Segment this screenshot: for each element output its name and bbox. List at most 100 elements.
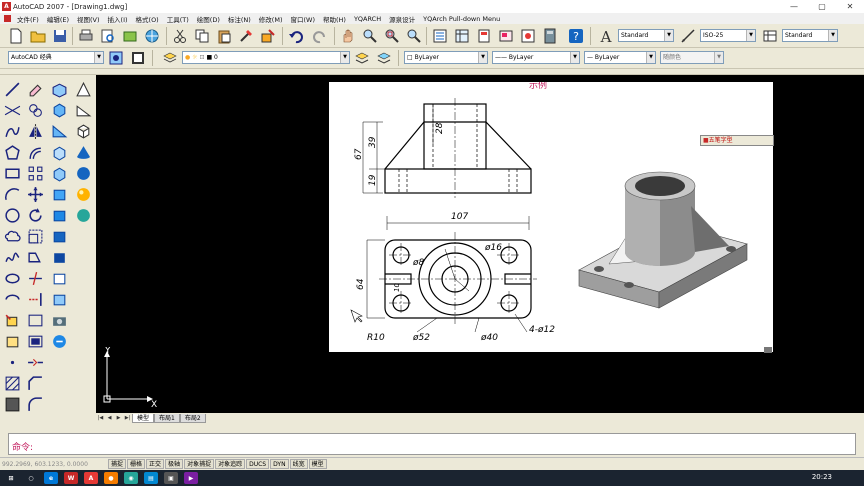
next-tab-icon[interactable]: ▶ <box>114 414 123 422</box>
tab-layout-1[interactable]: 布局1 <box>154 413 180 423</box>
document-icon[interactable] <box>4 15 11 22</box>
polygon-icon[interactable] <box>1 142 23 163</box>
sweep-icon[interactable] <box>48 184 70 205</box>
color-select[interactable]: □ ByLayer ▼ <box>404 51 488 64</box>
array-icon[interactable] <box>24 163 46 184</box>
sheet-set-icon[interactable] <box>496 26 516 46</box>
wedge-icon[interactable] <box>48 121 70 142</box>
menu-item[interactable]: YQARCH <box>350 15 385 23</box>
status-toggle-button[interactable]: DUCS <box>246 459 270 469</box>
command-line[interactable]: 命令: <box>8 433 856 455</box>
make-layer-current-icon[interactable] <box>352 48 372 68</box>
ime-toolbar[interactable]: ■五笔字型 <box>700 135 774 146</box>
table-style-select[interactable]: Standard ▼ <box>782 29 838 42</box>
copy-object-icon[interactable] <box>24 100 46 121</box>
subtract-icon[interactable] <box>48 268 70 289</box>
folder-icon[interactable]: ▤ <box>144 472 158 484</box>
intersect-icon[interactable] <box>48 289 70 310</box>
publish-icon[interactable] <box>120 26 140 46</box>
walk-icon[interactable] <box>48 331 70 352</box>
help-icon[interactable]: ? <box>566 26 586 46</box>
menu-item[interactable]: 标注(N) <box>224 14 255 24</box>
open-file-icon[interactable] <box>28 26 48 46</box>
mirror-icon[interactable] <box>24 121 46 142</box>
menu-item[interactable]: 工具(T) <box>163 14 193 24</box>
gradient-icon[interactable] <box>1 394 23 415</box>
chamfer-icon[interactable] <box>24 373 46 394</box>
zoom-previous-icon[interactable] <box>404 26 424 46</box>
prev-tab-icon[interactable]: ◀ <box>105 414 114 422</box>
resize-grip[interactable] <box>764 347 772 353</box>
polyline-icon[interactable] <box>1 121 23 142</box>
point-icon[interactable] <box>1 352 23 373</box>
menu-item[interactable]: 修改(M) <box>255 14 287 24</box>
sphere-icon[interactable] <box>72 163 94 184</box>
publish-web-icon[interactable] <box>142 26 162 46</box>
save-icon[interactable] <box>50 26 70 46</box>
revolve-icon[interactable] <box>48 205 70 226</box>
match-properties-icon[interactable] <box>236 26 256 46</box>
media-icon[interactable]: ▶ <box>184 472 198 484</box>
wedge-solid-icon[interactable] <box>72 100 94 121</box>
menu-item[interactable]: 窗口(W) <box>286 14 319 24</box>
extend-icon[interactable] <box>24 289 46 310</box>
status-toggle-button[interactable]: 对象追踪 <box>215 459 246 469</box>
hatch-icon[interactable] <box>1 373 23 394</box>
polysolid-icon[interactable] <box>48 79 70 100</box>
revision-cloud-icon[interactable] <box>1 226 23 247</box>
print-icon[interactable] <box>76 26 96 46</box>
dim-style-select[interactable]: ISO-25 ▼ <box>700 29 756 42</box>
edge-icon[interactable]: e <box>44 472 58 484</box>
menu-item[interactable]: 文件(F) <box>13 14 43 24</box>
paste-icon[interactable] <box>214 26 234 46</box>
presspull-icon[interactable] <box>48 163 70 184</box>
zoom-realtime-icon[interactable] <box>360 26 380 46</box>
app-icon[interactable]: ● <box>104 472 118 484</box>
move-icon[interactable] <box>24 184 46 205</box>
status-toggle-button[interactable]: 线宽 <box>289 459 308 469</box>
layer-manager-icon[interactable] <box>160 48 180 68</box>
menu-item[interactable]: 源泉设计 <box>385 14 419 24</box>
pyramid-icon[interactable] <box>72 79 94 100</box>
box-icon[interactable] <box>48 100 70 121</box>
browser-icon[interactable]: ◉ <box>124 472 138 484</box>
lineweight-select[interactable]: — ByLayer ▼ <box>584 51 656 64</box>
maximize-icon[interactable]: ▢ <box>808 0 836 13</box>
close-icon[interactable]: ✕ <box>836 0 864 13</box>
menu-item[interactable]: 绘图(D) <box>193 14 224 24</box>
offset-icon[interactable] <box>24 142 46 163</box>
last-tab-icon[interactable]: ▶| <box>123 414 132 422</box>
loft-icon[interactable] <box>48 226 70 247</box>
ellipse-icon[interactable] <box>1 268 23 289</box>
camera-icon[interactable] <box>48 310 70 331</box>
print-preview-icon[interactable] <box>98 26 118 46</box>
status-toggle-button[interactable]: 捕捉 <box>108 459 127 469</box>
design-center-icon[interactable] <box>452 26 472 46</box>
redo-icon[interactable] <box>310 26 330 46</box>
status-toggle-button[interactable]: 极轴 <box>165 459 184 469</box>
menu-item[interactable]: 帮助(H) <box>319 14 350 24</box>
ellipse-arc-icon[interactable] <box>1 289 23 310</box>
drawing-sheet[interactable]: 示例 28 39 67 19 107 64 ø16 ø8 10 R10 ø52 … <box>329 79 773 352</box>
new-file-icon[interactable] <box>6 26 26 46</box>
menu-item[interactable]: YQArch Pull-down Menu <box>419 15 504 23</box>
tab-layout-2[interactable]: 布局2 <box>179 413 206 423</box>
table-style-icon[interactable] <box>760 26 780 46</box>
text-style-select[interactable]: Standard ▼ <box>618 29 674 42</box>
menu-item[interactable]: 视图(V) <box>73 14 104 24</box>
cut-icon[interactable] <box>170 26 190 46</box>
my-workspace-icon[interactable] <box>128 48 148 68</box>
copy-icon[interactable] <box>192 26 212 46</box>
status-toggle-button[interactable]: 模型 <box>308 459 327 469</box>
stretch-icon[interactable] <box>24 247 46 268</box>
markup-icon[interactable] <box>518 26 538 46</box>
status-toggle-button[interactable]: DYN <box>270 459 289 469</box>
union-icon[interactable] <box>48 247 70 268</box>
calculator-icon[interactable] <box>540 26 560 46</box>
join-icon[interactable] <box>24 352 46 373</box>
menu-item[interactable]: 编辑(E) <box>43 14 73 24</box>
minimize-icon[interactable]: — <box>780 0 808 13</box>
status-toggle-button[interactable]: 正交 <box>146 459 165 469</box>
extrude-icon[interactable] <box>48 142 70 163</box>
construction-line-icon[interactable] <box>1 100 23 121</box>
